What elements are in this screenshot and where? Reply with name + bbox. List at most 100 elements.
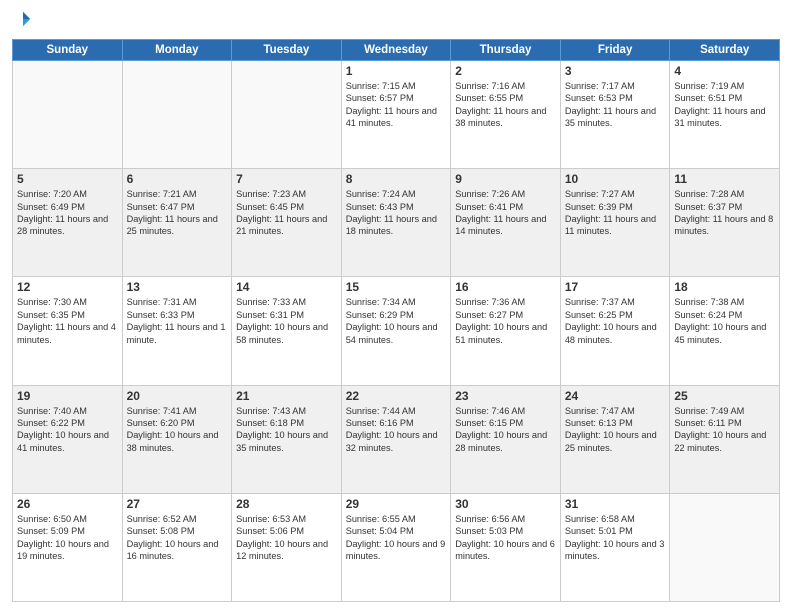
day-number: 11 [674, 172, 775, 186]
day-cell: 22 Sunrise: 7:44 AMSunset: 6:16 PMDayligh… [341, 385, 451, 493]
cell-content: Sunrise: 7:49 AMSunset: 6:11 PMDaylight:… [674, 405, 775, 455]
day-cell [122, 61, 232, 169]
day-number: 24 [565, 389, 666, 403]
day-cell: 5 Sunrise: 7:20 AMSunset: 6:49 PMDaylight… [13, 169, 123, 277]
day-header-tuesday: Tuesday [232, 40, 342, 61]
cell-content: Sunrise: 7:28 AMSunset: 6:37 PMDaylight:… [674, 188, 775, 238]
day-number: 8 [346, 172, 447, 186]
cell-content: Sunrise: 7:34 AMSunset: 6:29 PMDaylight:… [346, 296, 447, 346]
cell-content: Sunrise: 7:26 AMSunset: 6:41 PMDaylight:… [455, 188, 556, 238]
cell-content: Sunrise: 7:47 AMSunset: 6:13 PMDaylight:… [565, 405, 666, 455]
calendar-table: SundayMondayTuesdayWednesdayThursdayFrid… [12, 39, 780, 602]
day-number: 15 [346, 280, 447, 294]
logo [12, 10, 34, 33]
day-cell: 27Sunrise: 6:52 AMSunset: 5:08 PMDayligh… [122, 493, 232, 601]
cell-content: Sunrise: 7:40 AMSunset: 6:22 PMDaylight:… [17, 405, 118, 455]
day-number: 20 [127, 389, 228, 403]
day-cell: 11 Sunrise: 7:28 AMSunset: 6:37 PMDayligh… [670, 169, 780, 277]
cell-content: Sunrise: 7:27 AMSunset: 6:39 PMDaylight:… [565, 188, 666, 238]
day-cell: 16 Sunrise: 7:36 AMSunset: 6:27 PMDayligh… [451, 277, 561, 385]
day-cell: 2 Sunrise: 7:16 AMSunset: 6:55 PMDaylight… [451, 61, 561, 169]
cell-content: Sunrise: 7:24 AMSunset: 6:43 PMDaylight:… [346, 188, 447, 238]
day-cell: 17Sunrise: 7:37 AMSunset: 6:25 PMDayligh… [560, 277, 670, 385]
cell-content: Sunrise: 6:58 AMSunset: 5:01 PMDaylight:… [565, 513, 666, 563]
week-row-2: 5 Sunrise: 7:20 AMSunset: 6:49 PMDaylight… [13, 169, 780, 277]
day-number: 16 [455, 280, 556, 294]
day-number: 23 [455, 389, 556, 403]
day-number: 2 [455, 64, 556, 78]
day-header-friday: Friday [560, 40, 670, 61]
day-cell: 4 Sunrise: 7:19 AMSunset: 6:51 PMDaylight… [670, 61, 780, 169]
header [12, 10, 780, 33]
page: SundayMondayTuesdayWednesdayThursdayFrid… [0, 0, 792, 612]
cell-content: Sunrise: 7:15 AMSunset: 6:57 PMDaylight:… [346, 80, 447, 130]
cell-content: Sunrise: 6:56 AMSunset: 5:03 PMDaylight:… [455, 513, 556, 563]
cell-content: Sunrise: 7:21 AMSunset: 6:47 PMDaylight:… [127, 188, 228, 238]
day-number: 22 [346, 389, 447, 403]
day-cell: 8 Sunrise: 7:24 AMSunset: 6:43 PMDaylight… [341, 169, 451, 277]
week-row-1: 1 Sunrise: 7:15 AMSunset: 6:57 PMDaylight… [13, 61, 780, 169]
day-number: 5 [17, 172, 118, 186]
cell-content: Sunrise: 7:20 AMSunset: 6:49 PMDaylight:… [17, 188, 118, 238]
cell-content: Sunrise: 7:30 AMSunset: 6:35 PMDaylight:… [17, 296, 118, 346]
day-cell: 26Sunrise: 6:50 AMSunset: 5:09 PMDayligh… [13, 493, 123, 601]
day-number: 10 [565, 172, 666, 186]
cell-content: Sunrise: 7:31 AMSunset: 6:33 PMDaylight:… [127, 296, 228, 346]
day-header-sunday: Sunday [13, 40, 123, 61]
week-row-5: 26Sunrise: 6:50 AMSunset: 5:09 PMDayligh… [13, 493, 780, 601]
day-cell: 30 Sunrise: 6:56 AMSunset: 5:03 PMDayligh… [451, 493, 561, 601]
day-number: 27 [127, 497, 228, 511]
cell-content: Sunrise: 7:44 AMSunset: 6:16 PMDaylight:… [346, 405, 447, 455]
day-cell: 14 Sunrise: 7:33 AMSunset: 6:31 PMDayligh… [232, 277, 342, 385]
day-cell: 23 Sunrise: 7:46 AMSunset: 6:15 PMDayligh… [451, 385, 561, 493]
cell-content: Sunrise: 7:36 AMSunset: 6:27 PMDaylight:… [455, 296, 556, 346]
day-header-thursday: Thursday [451, 40, 561, 61]
day-cell: 25 Sunrise: 7:49 AMSunset: 6:11 PMDayligh… [670, 385, 780, 493]
day-number: 19 [17, 389, 118, 403]
day-cell: 21Sunrise: 7:43 AMSunset: 6:18 PMDayligh… [232, 385, 342, 493]
day-header-wednesday: Wednesday [341, 40, 451, 61]
day-header-saturday: Saturday [670, 40, 780, 61]
day-cell: 1 Sunrise: 7:15 AMSunset: 6:57 PMDaylight… [341, 61, 451, 169]
cell-content: Sunrise: 7:16 AMSunset: 6:55 PMDaylight:… [455, 80, 556, 130]
cell-content: Sunrise: 7:46 AMSunset: 6:15 PMDaylight:… [455, 405, 556, 455]
day-number: 4 [674, 64, 775, 78]
day-cell: 9 Sunrise: 7:26 AMSunset: 6:41 PMDaylight… [451, 169, 561, 277]
day-number: 29 [346, 497, 447, 511]
cell-content: Sunrise: 7:41 AMSunset: 6:20 PMDaylight:… [127, 405, 228, 455]
day-number: 18 [674, 280, 775, 294]
day-number: 9 [455, 172, 556, 186]
day-number: 30 [455, 497, 556, 511]
day-number: 25 [674, 389, 775, 403]
cell-content: Sunrise: 7:19 AMSunset: 6:51 PMDaylight:… [674, 80, 775, 130]
day-cell: 12 Sunrise: 7:30 AMSunset: 6:35 PMDayligh… [13, 277, 123, 385]
day-cell: 19 Sunrise: 7:40 AMSunset: 6:22 PMDayligh… [13, 385, 123, 493]
day-number: 14 [236, 280, 337, 294]
cell-content: Sunrise: 7:23 AMSunset: 6:45 PMDaylight:… [236, 188, 337, 238]
cell-content: Sunrise: 7:43 AMSunset: 6:18 PMDaylight:… [236, 405, 337, 455]
day-number: 28 [236, 497, 337, 511]
week-row-3: 12 Sunrise: 7:30 AMSunset: 6:35 PMDayligh… [13, 277, 780, 385]
day-cell: 10 Sunrise: 7:27 AMSunset: 6:39 PMDayligh… [560, 169, 670, 277]
day-number: 31 [565, 497, 666, 511]
week-row-4: 19 Sunrise: 7:40 AMSunset: 6:22 PMDayligh… [13, 385, 780, 493]
day-header-monday: Monday [122, 40, 232, 61]
day-cell [670, 493, 780, 601]
day-cell: 7Sunrise: 7:23 AMSunset: 6:45 PMDaylight… [232, 169, 342, 277]
logo-icon [14, 10, 32, 28]
day-number: 26 [17, 497, 118, 511]
day-cell: 28Sunrise: 6:53 AMSunset: 5:06 PMDayligh… [232, 493, 342, 601]
day-cell: 29Sunrise: 6:55 AMSunset: 5:04 PMDayligh… [341, 493, 451, 601]
day-cell: 20 Sunrise: 7:41 AMSunset: 6:20 PMDayligh… [122, 385, 232, 493]
day-number: 12 [17, 280, 118, 294]
day-cell: 24 Sunrise: 7:47 AMSunset: 6:13 PMDayligh… [560, 385, 670, 493]
day-cell: 13 Sunrise: 7:31 AMSunset: 6:33 PMDayligh… [122, 277, 232, 385]
day-number: 17 [565, 280, 666, 294]
cell-content: Sunrise: 7:33 AMSunset: 6:31 PMDaylight:… [236, 296, 337, 346]
day-cell [232, 61, 342, 169]
day-number: 13 [127, 280, 228, 294]
day-cell: 15 Sunrise: 7:34 AMSunset: 6:29 PMDayligh… [341, 277, 451, 385]
day-number: 1 [346, 64, 447, 78]
day-cell: 6Sunrise: 7:21 AMSunset: 6:47 PMDaylight… [122, 169, 232, 277]
day-cell: 31 Sunrise: 6:58 AMSunset: 5:01 PMDayligh… [560, 493, 670, 601]
